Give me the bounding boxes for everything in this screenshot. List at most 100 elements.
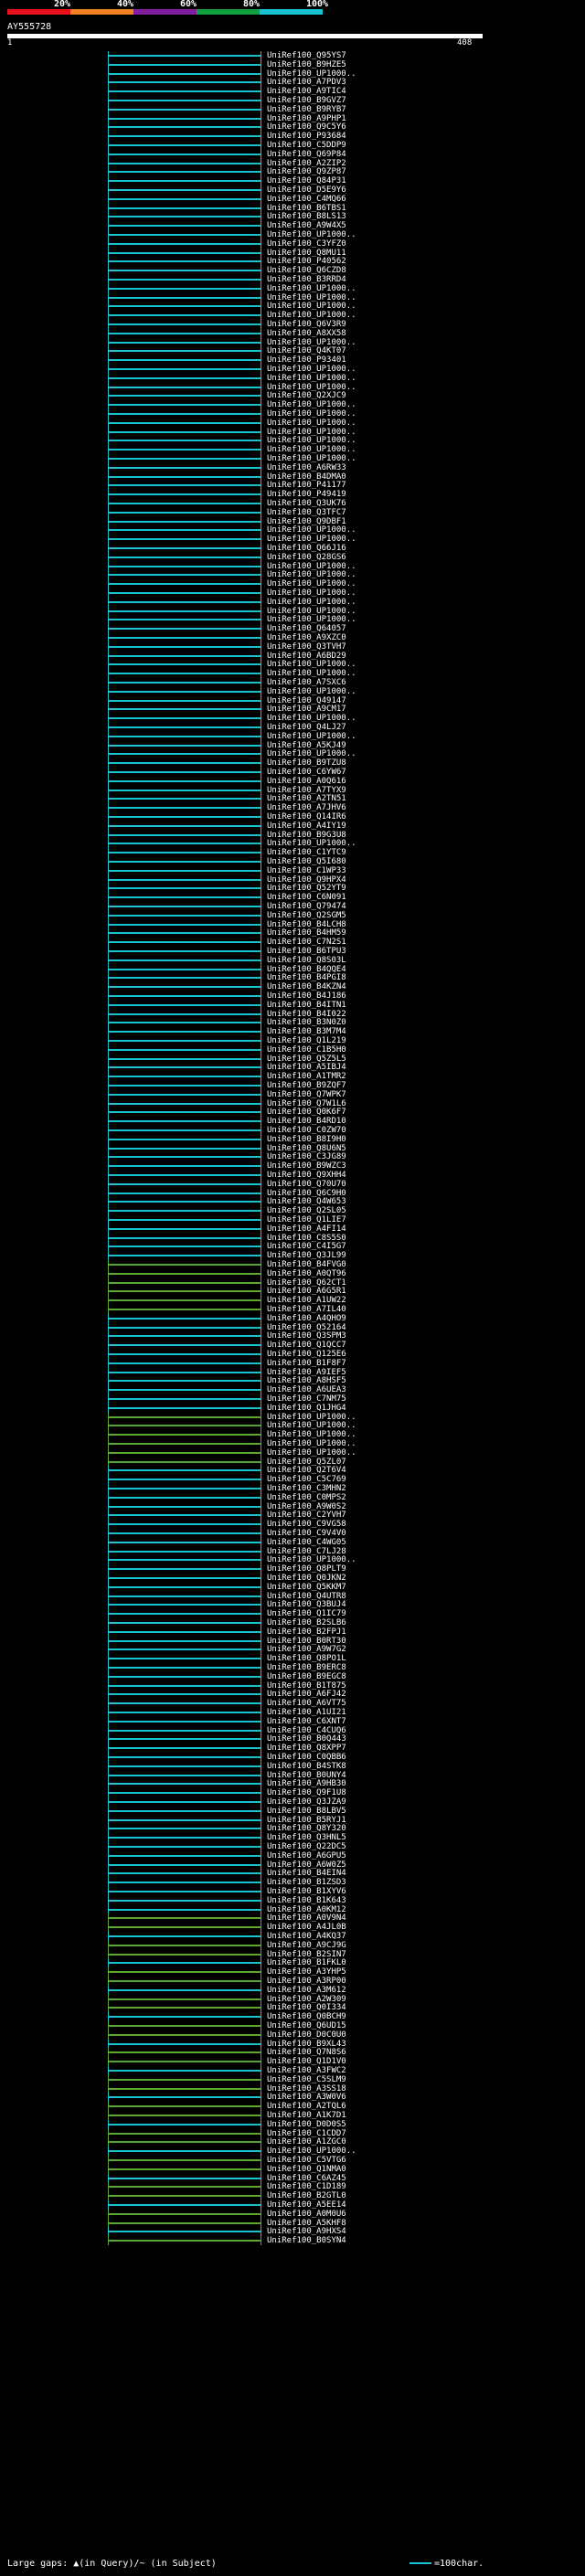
hit-label[interactable]: UniRef100_C2YVH7 <box>267 1511 346 1520</box>
hit-row[interactable]: UniRef100_Q7W1L6 <box>0 1098 585 1108</box>
hit-row[interactable]: UniRef100_Q4W653 <box>0 1197 585 1207</box>
hit-label[interactable]: UniRef100_C7NM75 <box>267 1394 346 1404</box>
hit-row[interactable]: UniRef100_A8HSF5 <box>0 1376 585 1386</box>
hit-row[interactable]: UniRef100_Q9XHH4 <box>0 1171 585 1180</box>
hit-label[interactable]: UniRef100_A6FJ42 <box>267 1690 346 1699</box>
hit-label[interactable]: UniRef100_Q0K6F7 <box>267 1108 346 1117</box>
hit-row[interactable]: UniRef100_Q0JKN2 <box>0 1574 585 1583</box>
hit-row[interactable]: UniRef100_B9EGC8 <box>0 1671 585 1681</box>
hit-label[interactable]: UniRef100_B4QQE4 <box>267 965 346 974</box>
hit-label[interactable]: UniRef100_B1XYV6 <box>267 1887 346 1896</box>
hit-row[interactable]: UniRef100_Q3JL99 <box>0 1251 585 1261</box>
hit-row[interactable]: UniRef100_Q7N8S6 <box>0 2048 585 2058</box>
hit-row[interactable]: UniRef100_A2TQL6 <box>0 2102 585 2112</box>
hit-label[interactable]: UniRef100_Q5I680 <box>267 857 346 866</box>
hit-label[interactable]: UniRef100_B4KZN4 <box>267 982 346 991</box>
hit-label[interactable]: UniRef100_C6AZ45 <box>267 2174 346 2183</box>
hit-row[interactable]: UniRef100_Q64057 <box>0 624 585 634</box>
hit-label[interactable]: UniRef100_A3FWC2 <box>267 2066 346 2075</box>
hit-label[interactable]: UniRef100_A5KJ49 <box>267 741 346 750</box>
hit-row[interactable]: UniRef100_A6RW33 <box>0 462 585 472</box>
hit-row[interactable]: UniRef100_UP1000.. <box>0 597 585 607</box>
hit-row[interactable]: UniRef100_A9TIC4 <box>0 87 585 97</box>
hit-row[interactable]: UniRef100_A9W4X5 <box>0 221 585 231</box>
hit-row[interactable]: UniRef100_B4J186 <box>0 991 585 1001</box>
hit-row[interactable]: UniRef100_A0QT96 <box>0 1268 585 1278</box>
hit-label[interactable]: UniRef100_Q14IR6 <box>267 812 346 822</box>
hit-label[interactable]: UniRef100_Q3UK76 <box>267 499 346 508</box>
hit-label[interactable]: UniRef100_A9HB30 <box>267 1779 346 1788</box>
hit-label[interactable]: UniRef100_Q3SPM3 <box>267 1331 346 1341</box>
hit-label[interactable]: UniRef100_UP1000.. <box>267 284 356 293</box>
hit-row[interactable]: UniRef100_A5KHF8 <box>0 2218 585 2228</box>
hit-row[interactable]: UniRef100_Q9F1U8 <box>0 1788 585 1798</box>
hit-label[interactable]: UniRef100_UP1000.. <box>267 1439 356 1448</box>
hit-row[interactable]: UniRef100_C4MQ66 <box>0 194 585 204</box>
hit-row[interactable]: UniRef100_A6VT75 <box>0 1699 585 1709</box>
hit-label[interactable]: UniRef100_A4KQ37 <box>267 1932 346 1941</box>
hit-label[interactable]: UniRef100_C1WP33 <box>267 866 346 875</box>
hit-label[interactable]: UniRef100_A1ZGC0 <box>267 2137 346 2147</box>
hit-label[interactable]: UniRef100_B4RD10 <box>267 1117 346 1126</box>
hit-label[interactable]: UniRef100_A1UI21 <box>267 1708 346 1717</box>
hit-row[interactable]: UniRef100_Q4KT07 <box>0 346 585 356</box>
hit-label[interactable]: UniRef100_C5VTG6 <box>267 2156 346 2165</box>
hit-label[interactable]: UniRef100_B3M7M4 <box>267 1027 346 1036</box>
hit-row[interactable]: UniRef100_C1YTC9 <box>0 848 585 858</box>
hit-row[interactable]: UniRef100_B4QQE4 <box>0 964 585 974</box>
hit-label[interactable]: UniRef100_A0QT96 <box>267 1269 346 1278</box>
hit-row[interactable]: UniRef100_B9HZE5 <box>0 59 585 69</box>
hit-row[interactable]: UniRef100_Q0BCH9 <box>0 2012 585 2022</box>
hit-row[interactable]: UniRef100_UP1000.. <box>0 525 585 535</box>
hit-label[interactable]: UniRef100_A9W0S2 <box>267 1502 346 1511</box>
hit-label[interactable]: UniRef100_B2SIN7 <box>267 1950 346 1959</box>
hit-row[interactable]: UniRef100_Q52YT9 <box>0 884 585 894</box>
hit-label[interactable]: UniRef100_UP1000.. <box>267 570 356 579</box>
hit-label[interactable]: UniRef100_C7LJ28 <box>267 1547 346 1556</box>
hit-row[interactable]: UniRef100_Q0K6F7 <box>0 1108 585 1118</box>
hit-row[interactable]: UniRef100_Q22DC5 <box>0 1842 585 1851</box>
hit-label[interactable]: UniRef100_A5IBJ4 <box>267 1063 346 1072</box>
hit-label[interactable]: UniRef100_C1YTC9 <box>267 848 346 857</box>
hit-label[interactable]: UniRef100_UP1000.. <box>267 2147 356 2156</box>
hit-label[interactable]: UniRef100_A5KHF8 <box>267 2219 346 2228</box>
hit-row[interactable]: UniRef100_B3RRD4 <box>0 275 585 284</box>
hit-label[interactable]: UniRef100_C4MQ66 <box>267 195 346 204</box>
hit-row[interactable]: UniRef100_Q1IC79 <box>0 1609 585 1619</box>
hit-label[interactable]: UniRef100_UP1000.. <box>267 588 356 598</box>
hit-label[interactable]: UniRef100_UP1000.. <box>267 687 356 696</box>
hit-label[interactable]: UniRef100_Q84P31 <box>267 176 346 186</box>
hit-row[interactable]: UniRef100_UP1000.. <box>0 292 585 302</box>
hit-label[interactable]: UniRef100_UP1000.. <box>267 436 356 445</box>
hit-row[interactable]: UniRef100_B4LCH8 <box>0 919 585 929</box>
hit-label[interactable]: UniRef100_B4LCH8 <box>267 920 346 929</box>
hit-row[interactable]: UniRef100_B0RT30 <box>0 1636 585 1646</box>
hit-label[interactable]: UniRef100_A9XZC0 <box>267 633 346 642</box>
hit-label[interactable]: UniRef100_Q49147 <box>267 696 346 705</box>
hit-row[interactable]: UniRef100_A9IEF5 <box>0 1367 585 1377</box>
hit-row[interactable]: UniRef100_UP1000.. <box>0 606 585 616</box>
hit-row[interactable]: UniRef100_Q8S03L <box>0 955 585 965</box>
hit-label[interactable]: UniRef100_B4FVG0 <box>267 1260 346 1269</box>
hit-row[interactable]: UniRef100_D5E9Y6 <box>0 186 585 195</box>
hit-label[interactable]: UniRef100_Q8MU11 <box>267 249 346 258</box>
hit-row[interactable]: UniRef100_Q5I680 <box>0 857 585 866</box>
hit-label[interactable]: UniRef100_B6TBS1 <box>267 204 346 213</box>
hit-row[interactable]: UniRef100_B0Q443 <box>0 1734 585 1744</box>
hit-row[interactable]: UniRef100_UP1000.. <box>0 230 585 239</box>
hit-row[interactable]: UniRef100_B9GVZ7 <box>0 96 585 105</box>
hit-label[interactable]: UniRef100_UP1000.. <box>267 525 356 535</box>
hit-label[interactable]: UniRef100_Q52164 <box>267 1323 346 1332</box>
hit-row[interactable]: UniRef100_Q1L219 <box>0 1036 585 1045</box>
hit-label[interactable]: UniRef100_C3YFZ0 <box>267 239 346 249</box>
hit-row[interactable]: UniRef100_B1ZSD3 <box>0 1878 585 1888</box>
hit-label[interactable]: UniRef100_Q7N8S6 <box>267 2048 346 2057</box>
hit-row[interactable]: UniRef100_A9XZC0 <box>0 633 585 642</box>
hit-label[interactable]: UniRef100_C9VG58 <box>267 1520 346 1529</box>
hit-row[interactable]: UniRef100_A9W7G2 <box>0 1645 585 1655</box>
hit-label[interactable]: UniRef100_Q28GS6 <box>267 553 346 562</box>
hit-row[interactable]: UniRef100_UP1000.. <box>0 373 585 383</box>
hit-row[interactable]: UniRef100_Q6UD15 <box>0 2021 585 2030</box>
hit-label[interactable]: UniRef100_Q5Z5L5 <box>267 1055 346 1064</box>
hit-label[interactable]: UniRef100_Q6V3R9 <box>267 320 346 329</box>
